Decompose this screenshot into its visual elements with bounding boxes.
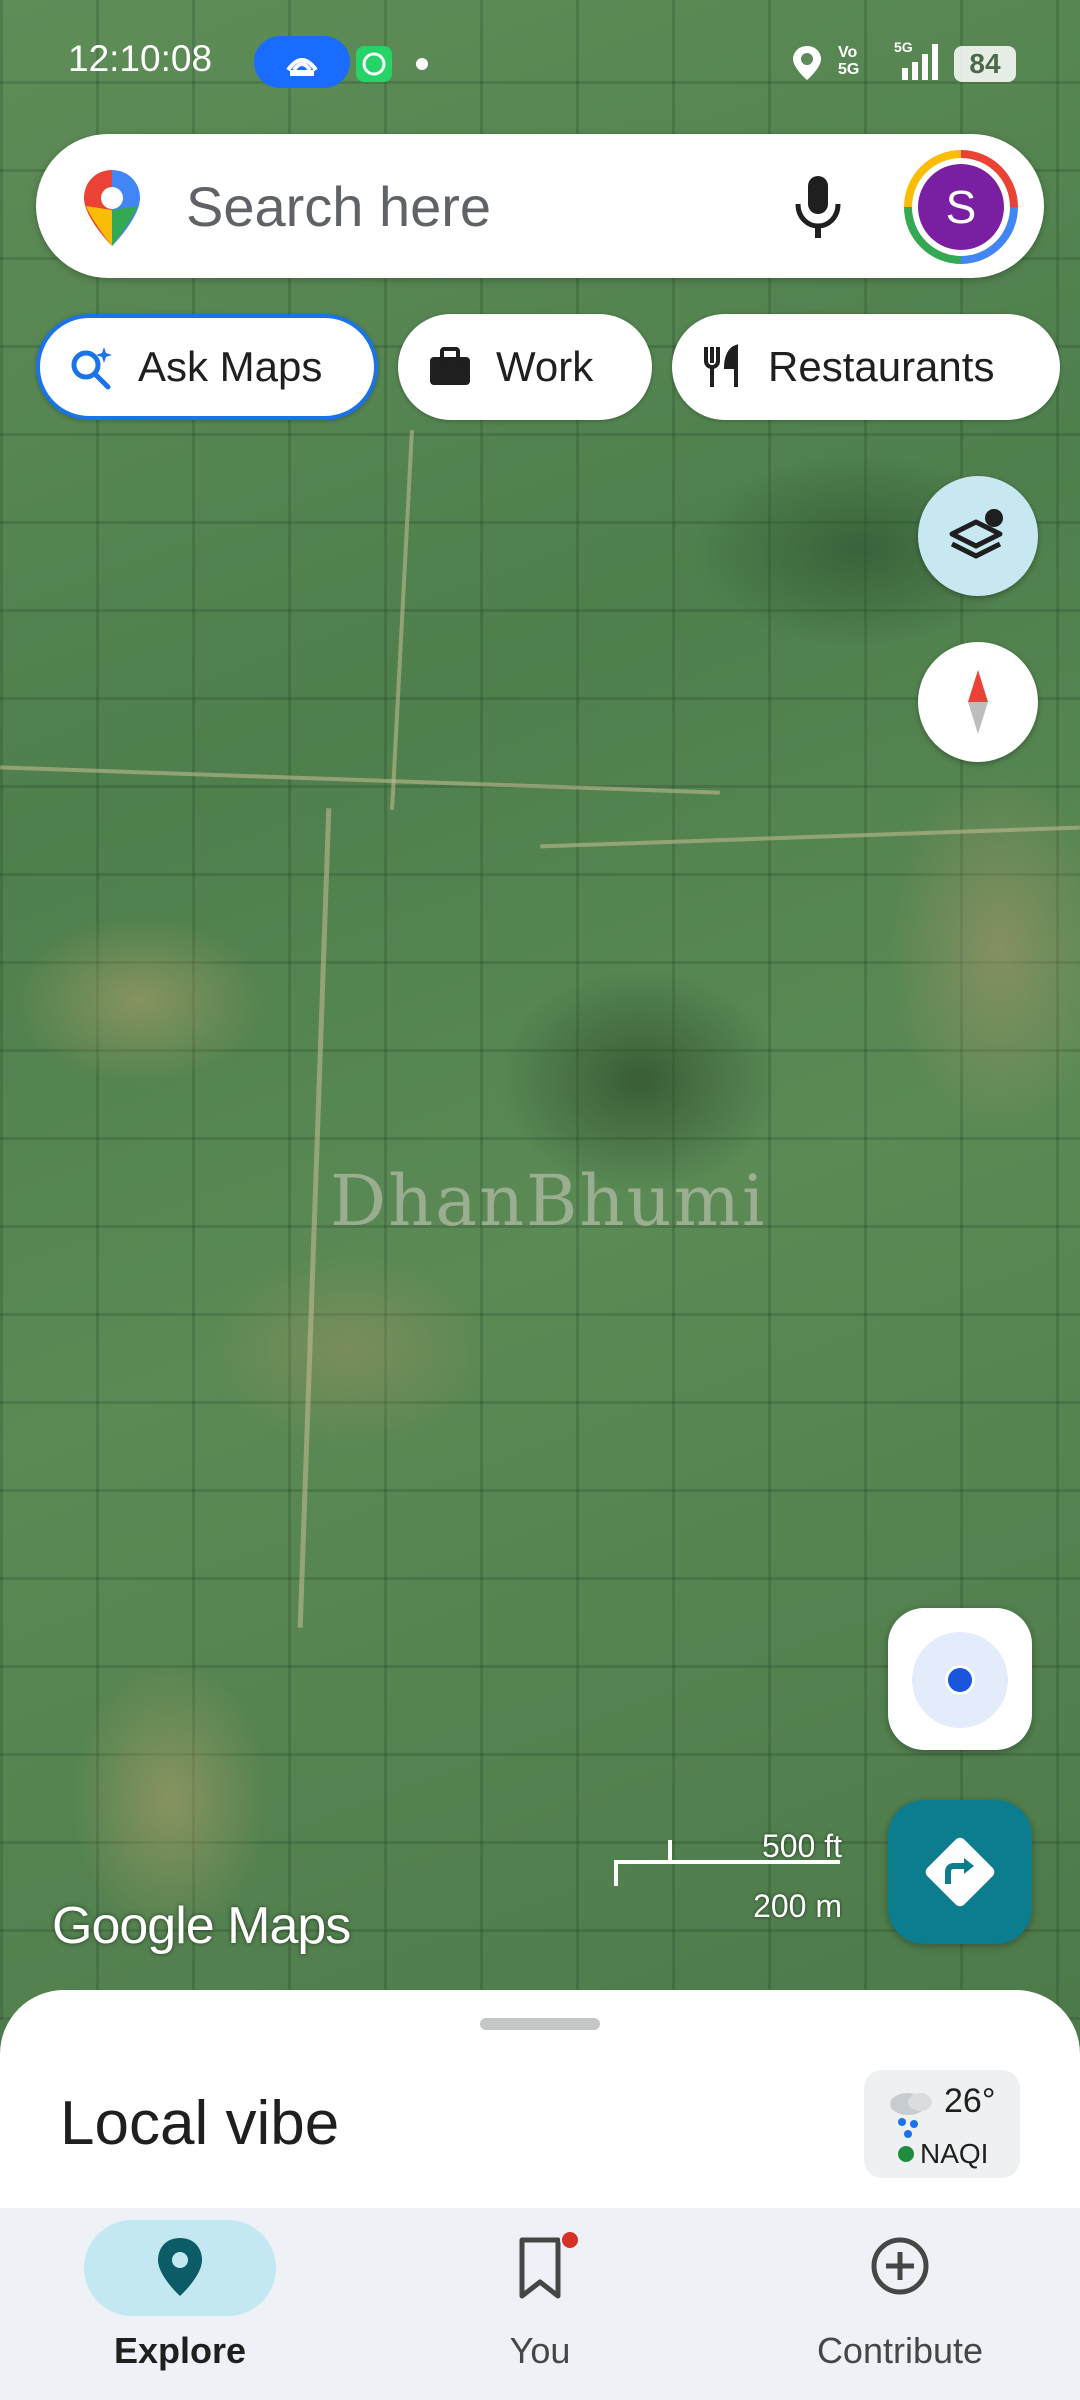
screen: DhanBhumi 12:10:08 Vo 5G 5G 84 Search he…: [0, 0, 1080, 2400]
my-location-button[interactable]: [888, 1608, 1032, 1750]
compass-button[interactable]: [918, 642, 1038, 762]
aqi-status-dot: [898, 2146, 914, 2162]
map-scale: 500 ft 200 m: [612, 1822, 842, 1924]
sparkle-search-icon: [71, 347, 112, 390]
location-halo: [912, 1632, 1008, 1728]
nav-label: Contribute: [816, 2330, 984, 2371]
fork-knife-icon: [704, 344, 738, 387]
layers-icon: [949, 509, 1003, 559]
compass-icon: [968, 670, 988, 734]
map-road: [0, 765, 720, 795]
search-bar[interactable]: Search here S: [36, 134, 1044, 278]
chip-work[interactable]: Work: [398, 314, 652, 420]
sheet-drag-handle[interactable]: [480, 2018, 600, 2030]
google-maps-logo: Google Maps: [52, 1897, 351, 1955]
avatar-letter: S: [918, 164, 1004, 250]
bottom-navigation: Explore You Contribute: [0, 2208, 1080, 2400]
whatsapp-icon: [356, 46, 392, 82]
map-watermark: DhanBhumi: [330, 1160, 767, 1242]
status-bar: 12:10:08 Vo 5G 5G 84: [0, 0, 1080, 120]
nav-contribute[interactable]: Contribute: [750, 2208, 1050, 2400]
chip-label: Restaurants: [768, 343, 995, 390]
sheet-title: Local vibe: [60, 2089, 340, 2158]
mic-icon[interactable]: [788, 172, 848, 247]
aqi-label: NAQI: [920, 2138, 989, 2169]
map-road: [297, 808, 332, 1628]
avatar-frame: S: [912, 158, 1010, 256]
location-icon: [790, 44, 824, 87]
chip-restaurants[interactable]: Restaurants: [672, 314, 1060, 420]
chip-ask-maps[interactable]: Ask Maps: [36, 314, 378, 420]
directions-icon: [925, 1837, 995, 1907]
bottom-sheet[interactable]: Local vibe 26° NAQI: [0, 1990, 1080, 2210]
svg-text:5G: 5G: [894, 39, 913, 55]
scale-m-label: 200 m: [753, 1888, 842, 1924]
rain-cloud-icon: [890, 2093, 932, 2138]
map-road: [540, 825, 1080, 849]
hotspot-icon: [254, 36, 350, 88]
volte-indicator: Vo 5G: [838, 44, 860, 78]
add-circle-icon: [871, 2237, 929, 2295]
chip-label: Work: [496, 343, 594, 390]
my-location-icon: [945, 1665, 975, 1695]
layers-button[interactable]: [918, 476, 1038, 596]
search-input[interactable]: Search here: [186, 174, 491, 239]
account-avatar[interactable]: S: [904, 150, 1018, 264]
directions-button[interactable]: [888, 1800, 1032, 1944]
notification-badge: [560, 2230, 580, 2250]
nav-explore[interactable]: Explore: [30, 2208, 330, 2400]
explore-pin-icon: [158, 2238, 202, 2296]
map-road: [390, 430, 414, 810]
weather-card[interactable]: 26° NAQI: [864, 2070, 1020, 2178]
chip-label: Ask Maps: [138, 343, 323, 390]
nav-label: Explore: [113, 2330, 247, 2371]
dot-icon: [416, 58, 428, 70]
signal-icon: 5G: [894, 38, 944, 89]
briefcase-icon: [430, 347, 470, 385]
status-time: 12:10:08: [68, 38, 213, 79]
scale-ft-label: 500 ft: [761, 1828, 842, 1864]
nav-you[interactable]: You: [390, 2208, 690, 2400]
nav-label: You: [509, 2330, 571, 2371]
battery-icon: 84: [954, 46, 1016, 82]
weather-temp: 26°: [944, 2082, 996, 2120]
google-maps-pin-icon: [80, 166, 144, 255]
